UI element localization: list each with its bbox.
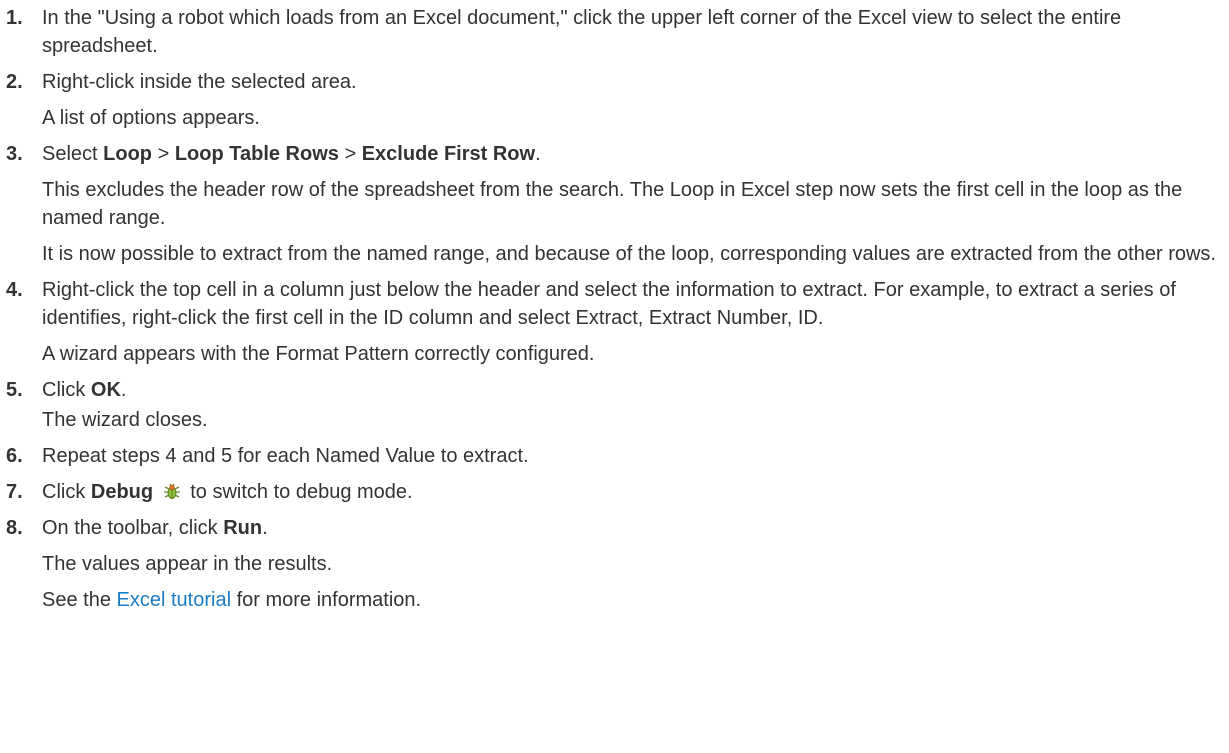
step-text: Click OK. — [42, 379, 127, 401]
ok-label: OK — [90, 379, 121, 401]
step-5: 5. Click OK. The wizard closes. — [0, 376, 1229, 434]
step-number: 7. — [6, 481, 23, 503]
menu-item-loop-table-rows: Loop Table Rows — [174, 143, 339, 165]
step-2: 2. Right-click inside the selected area.… — [0, 68, 1229, 132]
step-number: 6. — [6, 445, 23, 467]
step-number: 8. — [6, 517, 23, 539]
step-7: 7. Click Debug to switch to debug mode. — [0, 478, 1229, 506]
step-1: 1. In the "Using a robot which loads fro… — [0, 4, 1229, 60]
step-3: 3. Select Loop > Loop Table Rows > Exclu… — [0, 140, 1229, 268]
step-paragraph: This excludes the header row of the spre… — [42, 179, 1183, 229]
step-result: A wizard appears with the Format Pattern… — [42, 343, 595, 365]
step-number: 3. — [6, 143, 23, 165]
see-also: See the Excel tutorial for more informat… — [42, 589, 422, 611]
menu-item-loop: Loop — [103, 143, 153, 165]
step-result: A list of options appears. — [42, 107, 260, 129]
step-text: Select Loop > Loop Table Rows > Exclude … — [42, 143, 541, 165]
step-text: Click Debug to switch to debug mode. — [42, 481, 413, 503]
step-result: The wizard closes. — [42, 409, 208, 431]
step-number: 1. — [6, 7, 23, 29]
step-number: 2. — [6, 71, 23, 93]
step-number: 4. — [6, 279, 23, 301]
step-6: 6. Repeat steps 4 and 5 for each Named V… — [0, 442, 1229, 470]
step-4: 4. Right-click the top cell in a column … — [0, 276, 1229, 368]
excel-tutorial-link[interactable]: Excel tutorial — [117, 589, 232, 611]
debug-bug-icon — [161, 481, 183, 501]
step-result: The values appear in the results. — [42, 553, 333, 575]
step-8: 8. On the toolbar, click Run. The values… — [0, 514, 1229, 614]
step-paragraph: It is now possible to extract from the n… — [42, 243, 1216, 265]
debug-label: Debug — [90, 481, 154, 503]
step-text: Right-click inside the selected area. — [42, 71, 357, 93]
step-text: In the "Using a robot which loads from a… — [42, 7, 1122, 57]
run-label: Run — [223, 517, 263, 539]
procedure-steps: 1. In the "Using a robot which loads fro… — [0, 0, 1229, 614]
step-text: Right-click the top cell in a column jus… — [42, 279, 1176, 329]
step-text: Repeat steps 4 and 5 for each Named Valu… — [42, 445, 529, 467]
menu-item-exclude-first-row: Exclude First Row — [361, 143, 536, 165]
step-text: On the toolbar, click Run. — [42, 517, 268, 539]
step-number: 5. — [6, 379, 23, 401]
